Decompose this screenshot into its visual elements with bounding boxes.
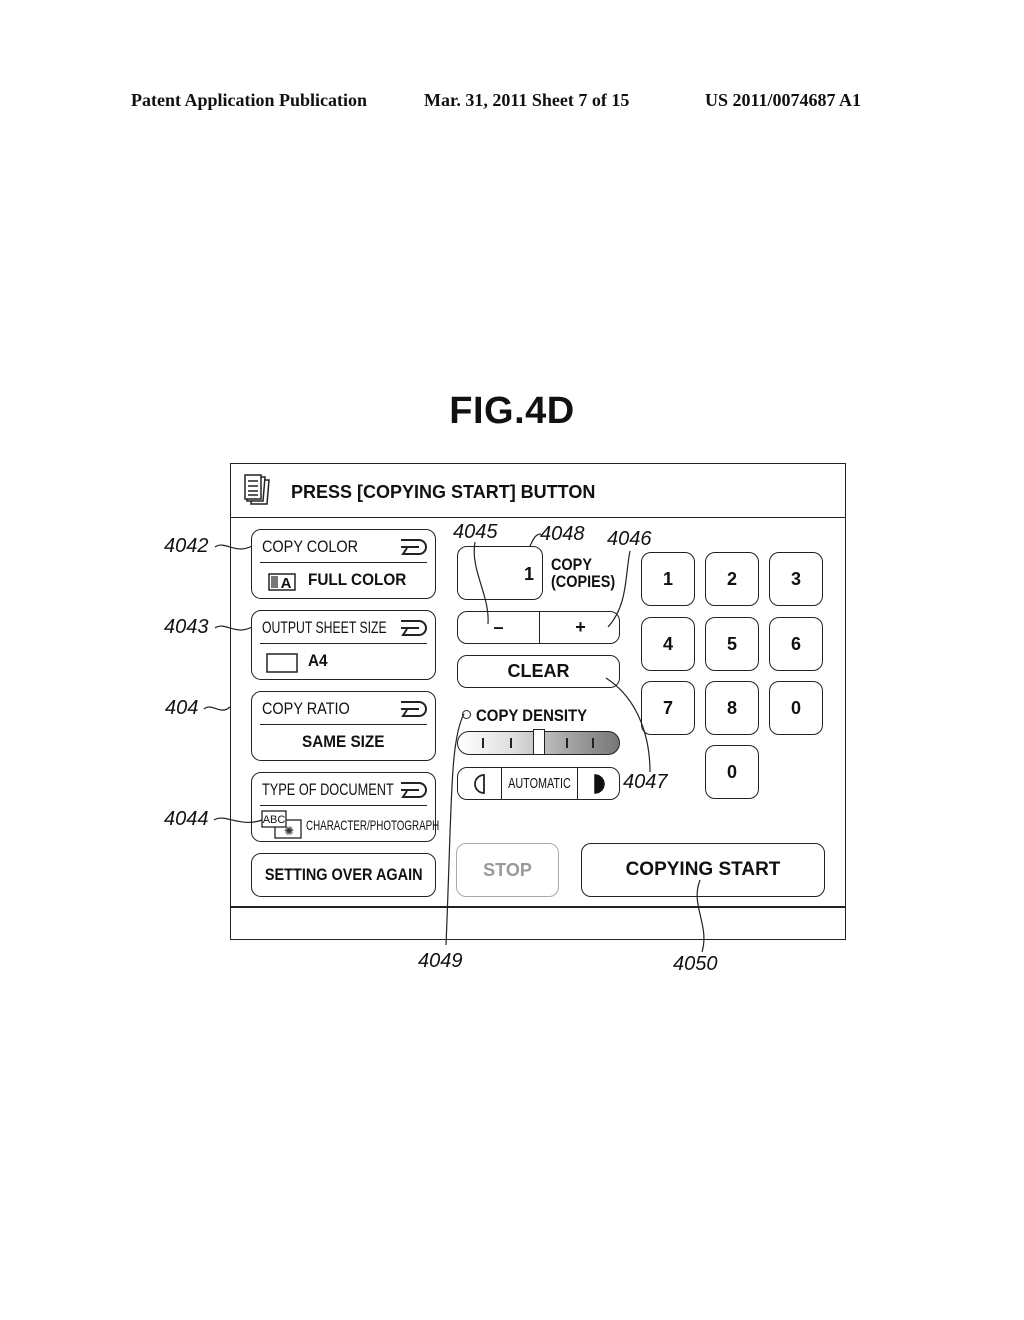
setting-title: COPY RATIO <box>262 699 350 718</box>
callout-4049: 4049 <box>418 950 463 972</box>
copies-value: 1 <box>523 564 534 584</box>
character-photograph-icon: ✺ ABC <box>261 810 305 845</box>
divider <box>260 643 427 644</box>
button-label: AUTOMATIC <box>508 775 571 792</box>
copies-label-line2: (COPIES) <box>551 572 616 591</box>
setting-over-again-button[interactable]: SETTING OVER AGAIN <box>251 853 436 897</box>
setting-title: OUTPUT SHEET SIZE <box>262 618 387 637</box>
keypad-key-1[interactable]: 1 <box>641 552 695 606</box>
callout-4048: 4048 <box>540 523 585 545</box>
button-label: CLEAR <box>507 661 570 681</box>
color-mode-icon: A <box>268 573 296 596</box>
return-icon <box>399 700 427 723</box>
setting-value: FULL COLOR <box>308 570 407 589</box>
patent-number: US 2011/0074687 A1 <box>705 90 862 110</box>
output-sheet-size-button[interactable]: OUTPUT SHEET SIZE A4 <box>251 610 436 680</box>
keypad-key-5[interactable]: 5 <box>705 617 759 671</box>
callout-4046: 4046 <box>607 528 652 550</box>
callout-4042: 4042 <box>164 535 209 557</box>
setting-title: COPY COLOR <box>262 537 359 556</box>
stop-button[interactable]: STOP <box>456 843 559 897</box>
copy-color-button[interactable]: COPY COLOR A FULL COLOR <box>251 529 436 599</box>
sheet-icon <box>266 653 298 678</box>
callout-4043: 4043 <box>164 616 209 638</box>
lighter-button[interactable] <box>458 768 502 799</box>
screen-title: PRESS [COPYING START] BUTTON <box>291 482 596 502</box>
type-of-document-button[interactable]: TYPE OF DOCUMENT ✺ ABC CHARACTER/PHOTOGRA… <box>251 772 440 845</box>
sheet-info: Mar. 31, 2011 Sheet 7 of 15 <box>424 90 630 110</box>
callout-4050: 4050 <box>673 953 718 975</box>
keypad-key-0[interactable]: 0 <box>705 745 759 799</box>
density-slider[interactable] <box>457 729 620 755</box>
keypad-key-6[interactable]: 6 <box>769 617 823 671</box>
copy-ratio-button[interactable]: COPY RATIO SAME SIZE <box>251 691 436 761</box>
return-icon <box>399 619 427 642</box>
button-label: COPYING START <box>625 859 781 880</box>
keypad-key-8[interactable]: 8 <box>705 681 759 735</box>
clear-button[interactable]: CLEAR <box>457 655 620 688</box>
tick <box>510 738 512 748</box>
keypad-key-7[interactable]: 7 <box>641 681 695 735</box>
setting-title: TYPE OF DOCUMENT <box>262 780 394 799</box>
callout-404: 404 <box>165 697 199 719</box>
tick <box>592 738 594 748</box>
keypad-key-3[interactable]: 3 <box>769 552 823 606</box>
divider <box>260 724 427 725</box>
light-half-circle-icon <box>473 773 485 794</box>
keypad-key-4[interactable]: 4 <box>641 617 695 671</box>
automatic-button[interactable]: AUTOMATIC <box>502 768 578 799</box>
callout-4045: 4045 <box>453 521 498 543</box>
status-bar <box>231 906 845 939</box>
keypad-key-2[interactable]: 2 <box>705 552 759 606</box>
publication-label: Patent Application Publication <box>131 90 368 110</box>
copy-density-label: COPY DENSITY <box>476 706 588 725</box>
tick <box>566 738 568 748</box>
divider <box>260 562 427 563</box>
tick <box>482 738 484 748</box>
button-label: STOP <box>483 859 532 880</box>
button-label: SETTING OVER AGAIN <box>264 865 423 884</box>
svg-text:ABC: ABC <box>263 814 286 826</box>
density-controls: AUTOMATIC <box>457 767 620 800</box>
dark-half-circle-icon <box>593 773 605 794</box>
callout-4047: 4047 <box>623 771 668 793</box>
copies-stepper: – + <box>457 611 620 644</box>
figure-label: FIG.4D <box>449 390 575 432</box>
setting-value: SAME SIZE <box>302 732 385 751</box>
copies-label: COPY (COPIES) <box>551 556 615 590</box>
divider <box>260 805 427 806</box>
darker-button[interactable] <box>578 768 619 799</box>
document-stack-icon <box>243 474 277 513</box>
setting-value: A4 <box>308 651 328 670</box>
density-indicator-icon <box>462 710 471 719</box>
plus-button[interactable]: + <box>540 612 619 643</box>
callout-4044: 4044 <box>164 808 209 830</box>
return-icon <box>399 781 427 804</box>
density-slider-thumb[interactable] <box>532 729 545 755</box>
keypad-key-0-right[interactable]: 0 <box>769 681 823 735</box>
return-icon <box>399 538 427 561</box>
svg-text:A: A <box>281 575 292 591</box>
minus-button[interactable]: – <box>458 612 540 643</box>
title-bar: PRESS [COPYING START] BUTTON <box>231 464 845 518</box>
copying-start-button[interactable]: COPYING START <box>581 843 825 897</box>
setting-value: CHARACTER/PHOTOGRAPH <box>306 817 440 833</box>
copies-display: 1 <box>457 546 543 600</box>
